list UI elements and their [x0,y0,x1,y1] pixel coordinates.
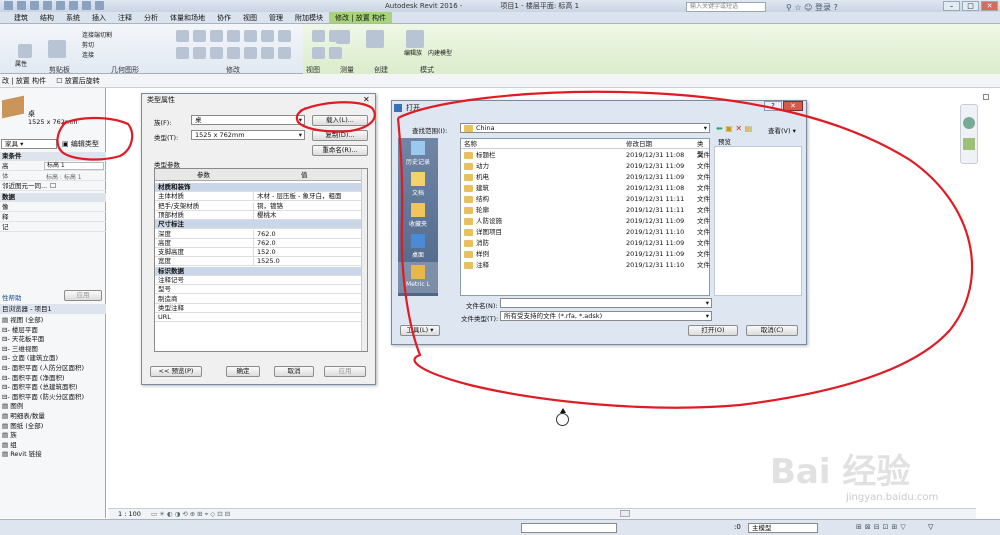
annotation-circle-open-dialog [396,90,974,409]
annotation-circle-edit-type [56,116,134,161]
red-annotations [56,90,974,409]
annotation-circle-load [295,101,376,133]
